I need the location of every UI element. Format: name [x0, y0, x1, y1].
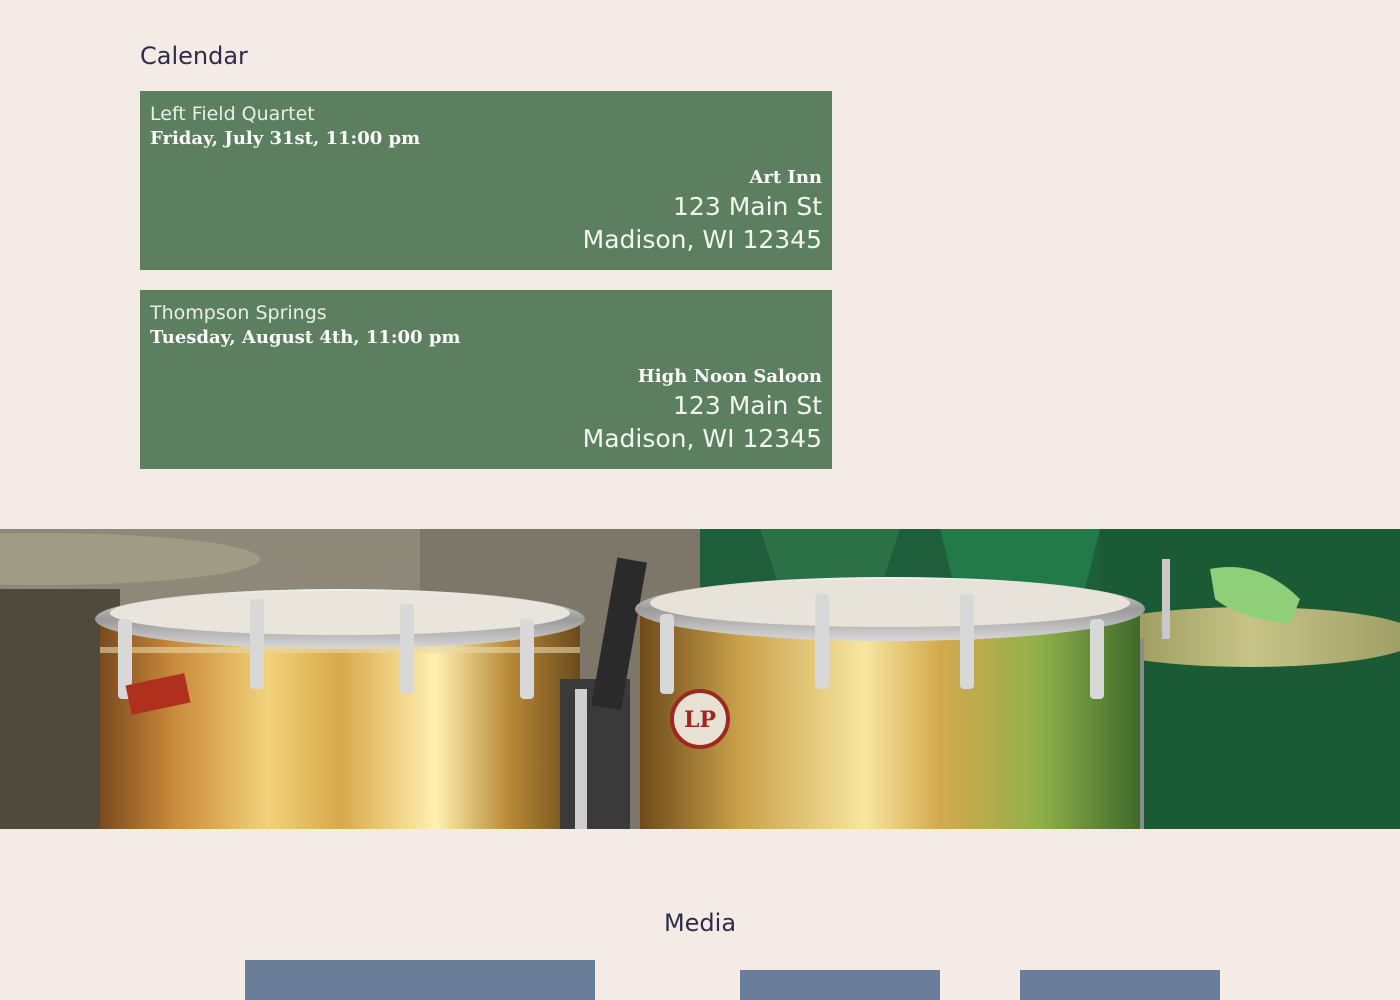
drum-logo-text: LP [684, 707, 716, 733]
venue-street: 123 Main St [673, 192, 822, 221]
venue-street: 123 Main St [673, 391, 822, 420]
venue-name: Art Inn [749, 167, 822, 188]
calendar-section: Calendar Left Field Quartet Friday, July… [140, 38, 832, 489]
venue-name: High Noon Saloon [637, 366, 822, 387]
drum-kit-illustration: LP [0, 529, 1400, 829]
media-tile[interactable] [1020, 970, 1220, 1000]
media-section: Media [0, 905, 1400, 941]
page: Calendar Left Field Quartet Friday, July… [0, 0, 1400, 1000]
venue-city: Madison, WI 12345 [582, 225, 822, 254]
event-date: Friday, July 31st, 11:00 pm [150, 128, 421, 149]
media-tile[interactable] [245, 960, 595, 1000]
drum-kit-banner: LP [0, 529, 1400, 829]
calendar-heading: Calendar [140, 42, 248, 70]
event-card[interactable]: Left Field Quartet Friday, July 31st, 11… [140, 91, 832, 270]
event-card[interactable]: Thompson Springs Tuesday, August 4th, 11… [140, 290, 832, 469]
venue-city: Madison, WI 12345 [582, 424, 822, 453]
event-venue: Art Inn 123 Main St Madison, WI 12345 [150, 165, 822, 256]
event-band-name: Thompson Springs [150, 302, 327, 324]
event-date: Tuesday, August 4th, 11:00 pm [150, 327, 461, 348]
event-band-name: Left Field Quartet [150, 103, 315, 125]
event-venue: High Noon Saloon 123 Main St Madison, WI… [150, 364, 822, 455]
media-tile[interactable] [740, 970, 940, 1000]
media-heading: Media [663, 909, 737, 937]
